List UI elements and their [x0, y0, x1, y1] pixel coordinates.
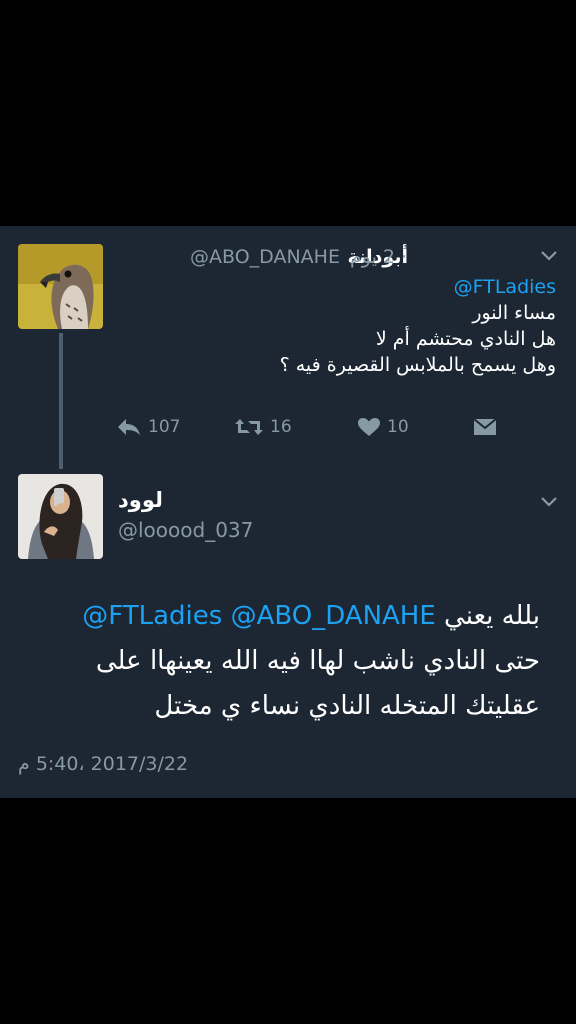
- reply-prefix: بلله يعني: [444, 601, 540, 631]
- reply-timestamp: 2017/3/22 ،5:40 م: [18, 753, 189, 775]
- chevron-down-icon[interactable]: [540, 250, 558, 262]
- like-button[interactable]: 10: [357, 414, 409, 440]
- parent-line-2: هل النادي محتشم أم لا: [375, 328, 556, 350]
- parent-separator: ·: [401, 246, 408, 268]
- like-count: 10: [387, 417, 409, 437]
- reply-count: 107: [148, 417, 181, 437]
- retweet-count: 16: [270, 417, 292, 437]
- reply-button[interactable]: 107: [116, 414, 180, 440]
- reply-icon: [118, 419, 140, 435]
- parent-mention[interactable]: @FTLadies: [126, 274, 556, 300]
- parent-line-1: مساء النور: [472, 302, 556, 324]
- parent-time-ago: 2 يوم: [350, 246, 396, 268]
- parent-line-3: وهل يسمح بالملابس القصيرة فيه ؟: [279, 354, 556, 376]
- reply-line-3: عقليتك المتخله النادي نساء ي مختل: [154, 691, 540, 721]
- like-icon: [358, 418, 380, 436]
- user-avatar[interactable]: [18, 474, 103, 559]
- retweet-button[interactable]: 16: [234, 414, 292, 440]
- falcon-avatar[interactable]: [18, 244, 103, 329]
- dm-icon: [473, 418, 497, 435]
- parent-actions: 107 16 10: [116, 414, 506, 440]
- parent-time[interactable]: · 2 يوم: [350, 244, 407, 270]
- reply-display-name[interactable]: لوود: [118, 486, 163, 514]
- dm-button[interactable]: [472, 414, 504, 440]
- reply-handle[interactable]: @looood_037: [118, 516, 253, 544]
- thread-connector: [59, 333, 63, 469]
- parent-handle[interactable]: @ABO_DANAHE: [190, 244, 340, 270]
- reply-line-2: حتى النادي ناشب لهاا فيه الله يعينهاا عل…: [95, 646, 540, 676]
- parent-tweet-text: @FTLadies مساء النور هل النادي محتشم أم …: [126, 274, 556, 378]
- reply-mentions[interactable]: @FTLadies @ABO_DANAHE: [82, 601, 436, 631]
- reply-line-1: بلله يعني @FTLadies @ABO_DANAHE: [18, 594, 540, 639]
- reply-tweet-text: بلله يعني @FTLadies @ABO_DANAHE حتى النا…: [18, 594, 540, 729]
- chevron-down-icon[interactable]: [540, 496, 558, 508]
- retweet-icon: [235, 419, 263, 435]
